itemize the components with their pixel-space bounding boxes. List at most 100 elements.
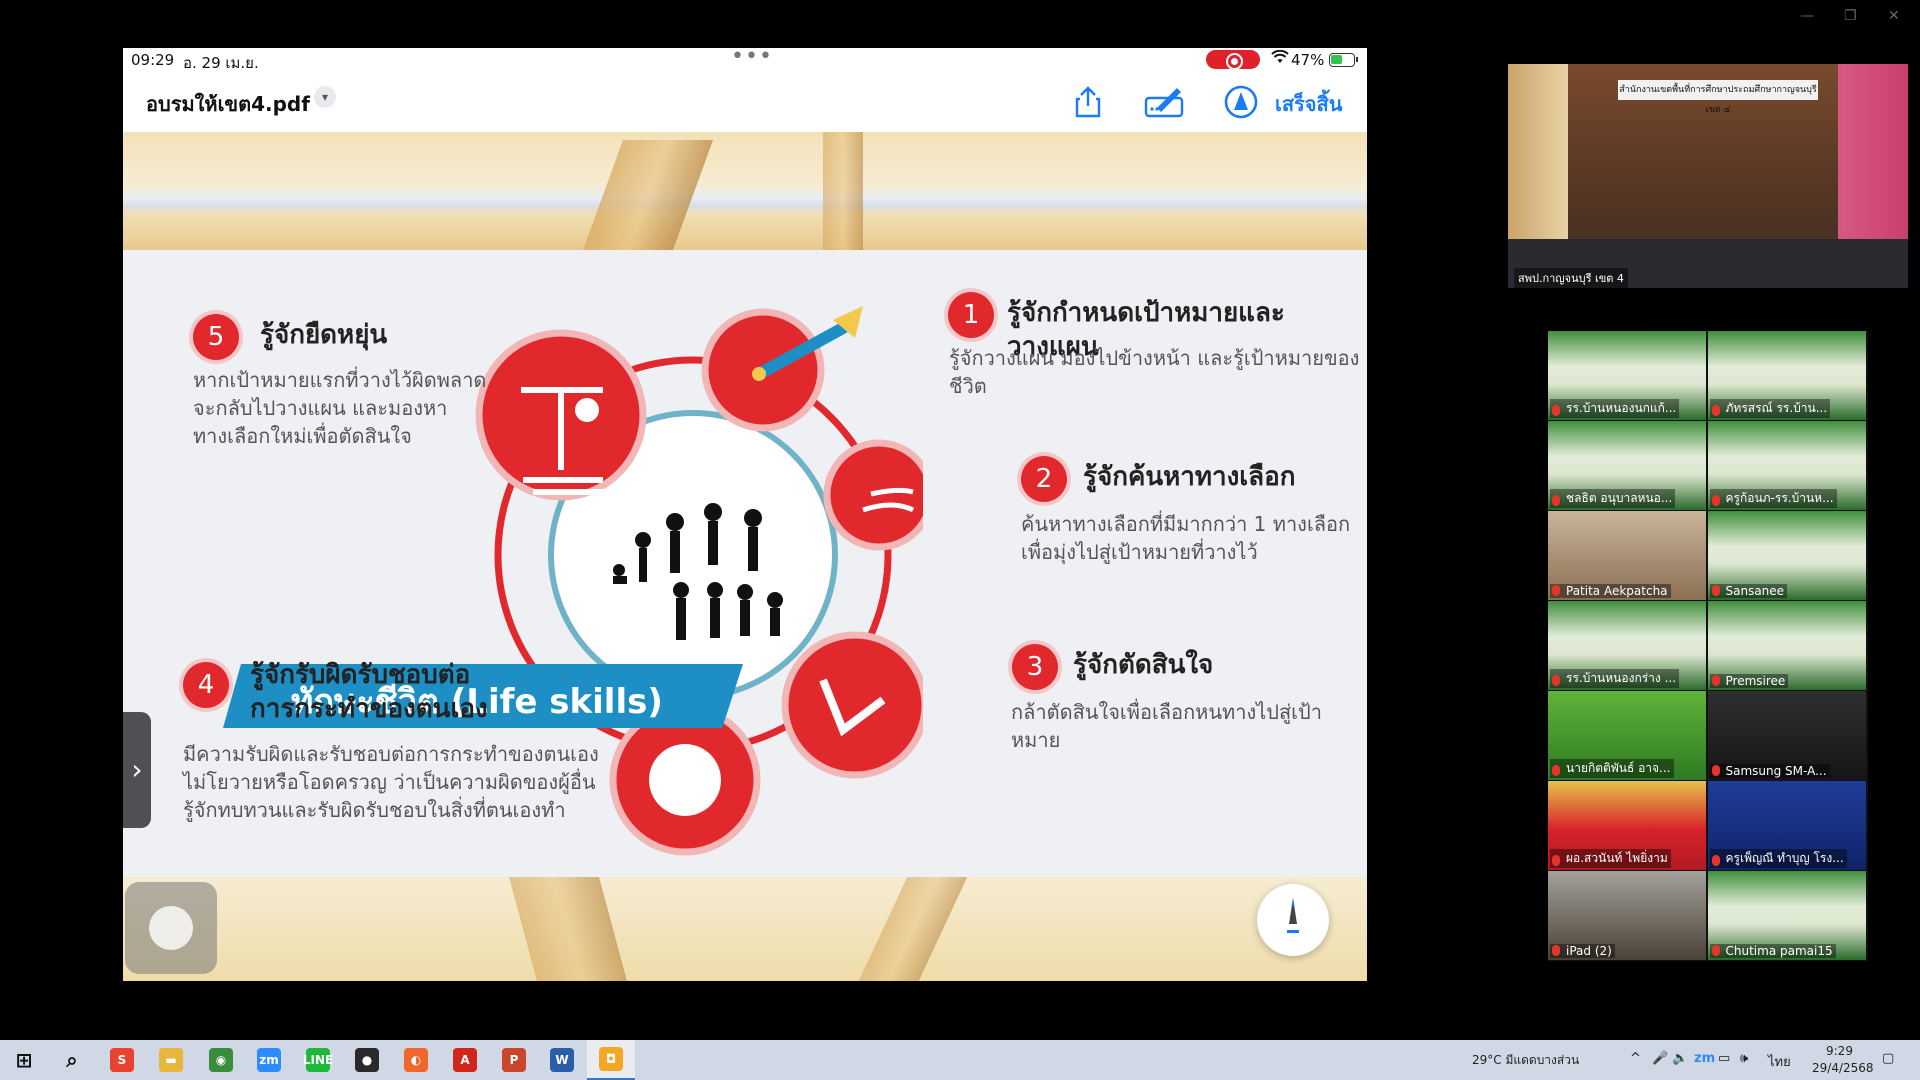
document-title[interactable]: อบรมให้เขต4.pdf [146, 88, 310, 120]
skill-1-badge: 1 [948, 292, 994, 338]
share-icon[interactable] [1068, 82, 1108, 122]
zoom-tray-icon[interactable]: zm [1694, 1051, 1715, 1066]
markup-icon[interactable] [1143, 82, 1184, 122]
participant-tile[interactable]: Patita Aekpatcha [1548, 511, 1706, 600]
sidebar-toggle[interactable]: › [123, 712, 151, 828]
clock-time[interactable]: 9:29 [1826, 1044, 1853, 1058]
taskbar: ⊞ ⌕ S ▬ ◉ zm LINE ● ◐ A P W ◘ 29°C มีแดดบางส่วน ^ 🎤 … [0, 1040, 1920, 1080]
line-icon: LINE [303, 1048, 333, 1072]
mic-muted-icon [1711, 944, 1720, 956]
taskbar-zoom-button[interactable]: zm [245, 1040, 293, 1080]
speaker-backdrop-banner: สำนักงานเขตพื้นที่การศึกษาประถมศึกษากาญจ… [1618, 80, 1818, 115]
taskbar-file-explorer-button[interactable]: ▬ [147, 1040, 195, 1080]
skill-4-title-line-1: รู้จักรับผิดรับชอบต่อ [250, 660, 471, 690]
speaker-volume-icon[interactable]: 🔈 [1672, 1051, 1688, 1066]
skill-3-badge: 3 [1012, 644, 1058, 690]
battery-icon [1329, 53, 1358, 67]
participant-tile[interactable]: ผอ.สวนันท์ ไพยิ่งาม [1548, 781, 1706, 870]
weather-widget[interactable]: 29°C มีแดดบางส่วน [1472, 1051, 1579, 1070]
skill-5-badge: 5 [193, 314, 239, 360]
mic-muted-icon [1552, 584, 1560, 596]
participant-name: Patita Aekpatcha [1550, 583, 1671, 598]
pencil-circle-icon[interactable] [1221, 82, 1261, 122]
mic-muted-icon [1552, 404, 1560, 416]
skill-1-desc: รู้จักวางแผน มองไปข้างหน้า และรู้เป้าหมา… [949, 346, 1360, 398]
skill-4-title-line-2: การกระทำของตนเอง [250, 694, 488, 724]
word-icon: W [550, 1048, 574, 1072]
participant-name: ครูก้อนภ-รร.บ้านห... [1709, 488, 1837, 508]
minimize-icon[interactable]: — [1800, 8, 1814, 24]
participant-name: Premsiree [1709, 673, 1789, 688]
network-icon[interactable]: ▭ [1718, 1051, 1730, 1066]
skill-5-desc-line-3: ทางเลือกใหม่เพื่อตัดสินใจ [193, 424, 412, 448]
close-icon[interactable]: ✕ [1888, 8, 1900, 24]
slide-footer-image [123, 877, 1367, 981]
participant-name: ผอ.สวนันท์ ไพยิ่งาม [1550, 848, 1671, 868]
pdf-page: ทักษะชีวิต (Life skills) 1 รู้จักกำหนดเป… [123, 132, 1367, 981]
sogou-icon: S [110, 1048, 134, 1072]
participant-name: Samsung SM-A... [1709, 763, 1830, 778]
volume-icon[interactable]: 🕪 [1740, 1051, 1748, 1066]
taskbar-chrome-button[interactable]: ◉ [197, 1040, 245, 1080]
participant-tile[interactable]: รร.บ้านหนองกร่าง ... [1548, 601, 1706, 690]
firefox-icon: ◐ [404, 1048, 428, 1072]
taskbar-firefox-button[interactable]: ◐ [392, 1040, 440, 1080]
taskbar-obs-button[interactable]: ● [343, 1040, 391, 1080]
restore-icon[interactable]: ❐ [1844, 8, 1857, 24]
clock-date[interactable]: 29/4/2568 [1812, 1061, 1874, 1075]
mic-muted-icon [1552, 854, 1560, 866]
chevron-down-icon[interactable]: ▾ [314, 86, 336, 108]
mic-muted-icon [1711, 854, 1720, 866]
pencil-icon [1287, 898, 1299, 933]
taskbar-word-button[interactable]: W [538, 1040, 586, 1080]
participant-tile[interactable]: ครูเพ็ญณี ทำบุญ โรง... [1707, 781, 1866, 870]
participant-tile[interactable]: iPad (2) [1548, 871, 1706, 960]
battery-percent: 47% [1291, 51, 1325, 69]
taskbar-search-button[interactable]: ⌕ [48, 1040, 96, 1080]
mic-muted-icon [1552, 944, 1560, 956]
input-language[interactable]: ไทย [1768, 1051, 1791, 1072]
notification-icon[interactable]: ▢ [1882, 1051, 1894, 1066]
participant-tile[interactable]: Samsung SM-A... [1707, 691, 1866, 780]
taskbar-powerpoint-button[interactable]: P [490, 1040, 538, 1080]
participant-name: ชลธิต อนุบาลหนอ... [1550, 488, 1676, 508]
participant-tile[interactable]: ชลธิต อนุบาลหนอ... [1548, 421, 1706, 510]
wifi-icon [1271, 49, 1289, 68]
shared-screen: 09:29 อ. 29 เม.ย. ••• 47% อบรมให้เขต4.pd… [123, 48, 1367, 981]
participant-tile[interactable]: ภัทรสรณ์ รร.บ้าน... [1707, 331, 1866, 420]
participant-name: ภัทรสรณ์ รร.บ้าน... [1709, 398, 1831, 418]
taskbar-start-button[interactable]: ⊞ [0, 1040, 48, 1080]
skill-2-desc-line-2: เพื่อมุ่งไปสู่เป้าหมายที่วางไว้ [1021, 540, 1258, 564]
skill-3-title: รู้จักตัดสินใจ [1073, 650, 1214, 680]
participant-name: Sansanee [1709, 583, 1788, 598]
active-speaker-video[interactable]: สำนักงานเขตพื้นที่การศึกษาประถมศึกษากาญจ… [1508, 64, 1908, 288]
participant-tile[interactable]: Chutima pamai15 [1707, 871, 1866, 960]
taskbar-line-button[interactable]: LINE [294, 1040, 342, 1080]
easel-decoration [823, 132, 863, 250]
skill-3-desc: กล้าตัดสินใจเพื่อเลือกหนทางไปสู่เป้าหมาย [1011, 700, 1322, 752]
taskbar-active-app-button[interactable]: ◘ [587, 1040, 635, 1080]
taskbar-sogou-button[interactable]: S [98, 1040, 146, 1080]
file-explorer-icon: ▬ [159, 1048, 183, 1072]
multitask-dots-icon[interactable]: ••• [731, 48, 773, 69]
search-icon: ⌕ [66, 1048, 78, 1072]
participant-name: Chutima pamai15 [1709, 943, 1836, 958]
assistive-touch-button[interactable] [125, 882, 217, 974]
acrobat-icon: A [453, 1048, 477, 1072]
mic-muted-icon [1711, 494, 1720, 506]
skill-2-badge: 2 [1021, 456, 1067, 502]
chevron-up-icon[interactable]: ^ [1630, 1051, 1641, 1066]
participant-tile[interactable]: ครูก้อนภ-รร.บ้านห... [1707, 421, 1866, 510]
participant-tile[interactable]: Premsiree [1707, 601, 1866, 690]
participant-tile[interactable]: รร.บ้านหนองนกแก้... [1548, 331, 1706, 420]
participant-tile[interactable]: นายกิตติพันธ์ อาจ... [1548, 691, 1706, 780]
taskbar-acrobat-button[interactable]: A [441, 1040, 489, 1080]
participant-tile[interactable]: Sansanee [1707, 511, 1866, 600]
mic-icon[interactable]: 🎤 [1652, 1051, 1668, 1066]
ipad-status-bar: 09:29 อ. 29 เม.ย. ••• 47% [123, 48, 1367, 72]
done-button[interactable]: เสร็จสิ้น [1275, 88, 1342, 120]
skill-4-desc-line-1: มีความรับผิดและรับชอบต่อการกระทำของตนเอง [183, 742, 599, 766]
pencil-tool-button[interactable] [1257, 884, 1329, 956]
mic-muted-icon [1552, 764, 1560, 776]
slide-content: ทักษะชีวิต (Life skills) 1 รู้จักกำหนดเป… [123, 250, 1367, 877]
